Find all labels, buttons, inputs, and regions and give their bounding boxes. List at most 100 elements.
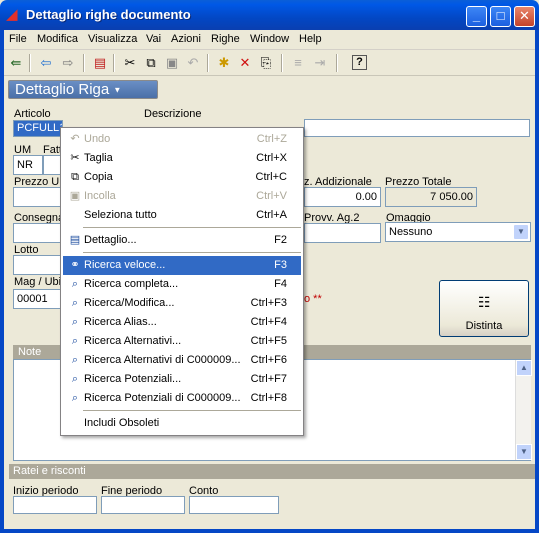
toolbar-separator	[29, 54, 31, 72]
search-alias-icon: ⌕	[71, 316, 79, 328]
toolbar: ⇚ ⇦ ⇨ ▤ ✂ ⧉ ▣ ↶ ✱ ✕ ⎘ ≡ ⇥ ?	[4, 51, 535, 76]
new-icon[interactable]: ✱	[214, 54, 234, 72]
warning-text: o **	[304, 293, 322, 305]
mag-ubic-label: Mag / Ubic	[14, 276, 67, 288]
menu-help[interactable]: Help	[299, 33, 322, 45]
omaggio-select[interactable]: Nessuno	[385, 222, 531, 242]
menu-item-ricerca-alias[interactable]: ⌕ Ricerca Alias... Ctrl+F4	[63, 313, 301, 332]
prezzo-unitario-field[interactable]	[13, 187, 61, 207]
mag-field[interactable]: 00001	[13, 289, 61, 309]
distinta-button[interactable]: ☷ Distinta	[439, 280, 529, 337]
toolbar-separator	[113, 54, 115, 72]
menu-visualizza[interactable]: Visualizza	[88, 33, 137, 45]
binoculars-icon: ⚭	[70, 259, 80, 271]
window-frame-right	[535, 30, 539, 533]
app-logo-icon: ◢	[6, 6, 18, 23]
title-bar[interactable]: ◢ Dettaglio righe documento _ □ ✕	[0, 0, 539, 30]
menu-item-undo[interactable]: ↶ Undo Ctrl+Z	[63, 130, 301, 149]
minimize-button[interactable]: _	[466, 6, 487, 27]
scroll-up-icon[interactable]: ▲	[516, 360, 532, 376]
menu-azioni[interactable]: Azioni	[171, 33, 201, 45]
window-frame-bottom	[0, 529, 539, 533]
undo-icon: ↶	[70, 133, 80, 145]
lotto-field[interactable]	[13, 255, 61, 275]
menu-item-ricerca-veloce[interactable]: ⚭ Ricerca veloce... F3	[63, 256, 301, 275]
menu-item-seleziona-tutto[interactable]: Seleziona tutto Ctrl+A	[63, 206, 301, 225]
chevron-down-icon: ▼	[113, 85, 122, 95]
help-icon[interactable]: ?	[352, 55, 367, 70]
menu-righe[interactable]: Righe	[211, 33, 240, 45]
bill-of-materials-icon: ☷	[478, 294, 491, 310]
menu-item-dettaglio[interactable]: ▤ Dettaglio... F2	[63, 231, 301, 250]
paste-icon[interactable]: ▣	[162, 54, 182, 72]
detail-icon: ▤	[69, 234, 81, 246]
conto-field[interactable]	[189, 496, 279, 514]
inizio-periodo-field[interactable]	[13, 496, 97, 514]
delete-icon[interactable]: ✕	[235, 54, 255, 72]
menu-item-includi-obsoleti[interactable]: Includi Obsoleti	[63, 414, 301, 433]
menu-item-incolla[interactable]: ▣ Incolla Ctrl+V	[63, 187, 301, 206]
chevron-down-icon[interactable]: ▼	[513, 224, 529, 240]
menu-separator	[83, 410, 301, 411]
scroll-down-icon[interactable]: ▼	[516, 444, 532, 460]
toolbar-separator	[83, 54, 85, 72]
close-button[interactable]: ✕	[514, 6, 535, 27]
detail-section-label: Dettaglio Riga	[15, 81, 110, 98]
menu-item-ricerca-alternativi[interactable]: ⌕ Ricerca Alternativi... Ctrl+F5	[63, 332, 301, 351]
back-arrow-icon[interactable]: ⇦	[36, 54, 56, 72]
menu-vai[interactable]: Vai	[146, 33, 161, 45]
menu-separator	[83, 227, 301, 228]
provv-ag2-field[interactable]	[304, 223, 381, 243]
note-scrollbar[interactable]: ▲ ▼	[515, 360, 532, 460]
menu-item-ricerca-completa[interactable]: ⌕ Ricerca completa... F4	[63, 275, 301, 294]
move-row-icon[interactable]: ⇥	[310, 54, 330, 72]
menu-item-ricerca-modifica[interactable]: ⌕ Ricerca/Modifica... Ctrl+F3	[63, 294, 301, 313]
search-edit-icon: ⌕	[71, 297, 79, 309]
window-title: Dettaglio righe documento	[26, 7, 191, 22]
menu-separator	[83, 252, 301, 253]
toolbar-separator	[207, 54, 209, 72]
exit-icon[interactable]: ⇚	[6, 54, 26, 72]
detail-section-button[interactable]: Dettaglio Riga ▼	[8, 80, 158, 99]
menu-item-ricerca-potenziali[interactable]: ⌕ Ricerca Potenziali... Ctrl+F7	[63, 370, 301, 389]
paste-icon: ▣	[69, 190, 81, 202]
articolo-field[interactable]: PCFULL1	[13, 120, 63, 137]
insert-row-icon[interactable]: ≡	[288, 54, 308, 72]
menu-bar: File Modifica Visualizza Vai Azioni Righ…	[4, 30, 535, 50]
sconto-aggiuntivo-field[interactable]: 0.00	[304, 187, 381, 207]
forward-arrow-icon[interactable]: ⇨	[58, 54, 78, 72]
duplicate-icon[interactable]: ⎘	[256, 54, 276, 72]
copy-icon: ⧉	[71, 171, 79, 183]
menu-item-copia[interactable]: ⧉ Copia Ctrl+C	[63, 168, 301, 187]
context-menu: ↶ Undo Ctrl+Z ✂ Taglia Ctrl+X ⧉ Copia Ct…	[60, 127, 304, 436]
prezzo-totale-field: 7 050.00	[385, 187, 477, 207]
consegna-field[interactable]	[13, 223, 61, 243]
search-pot2-icon: ⌕	[71, 392, 79, 404]
scissors-icon: ✂	[70, 152, 80, 164]
um-field[interactable]: NR	[13, 155, 43, 175]
search-alt2-icon: ⌕	[71, 354, 79, 366]
descrizione-field[interactable]	[304, 119, 530, 137]
report-icon[interactable]: ▤	[90, 54, 110, 72]
menu-item-ricerca-alternativi-di[interactable]: ⌕ Ricerca Alternativi di C000009... Ctrl…	[63, 351, 301, 370]
descrizione-label: Descrizione	[144, 108, 202, 120]
menu-item-ricerca-potenziali-di[interactable]: ⌕ Ricerca Potenziali di C000009... Ctrl+…	[63, 389, 301, 408]
articolo-label: Articolo	[14, 108, 51, 120]
search-pot-icon: ⌕	[71, 373, 79, 385]
menu-modifica[interactable]: Modifica	[37, 33, 78, 45]
maximize-button[interactable]: □	[490, 6, 511, 27]
menu-file[interactable]: File	[9, 33, 27, 45]
search-doc-icon: ⌕	[71, 278, 79, 290]
fine-periodo-field[interactable]	[101, 496, 185, 514]
menu-item-taglia[interactable]: ✂ Taglia Ctrl+X	[63, 149, 301, 168]
undo-icon[interactable]: ↶	[183, 54, 203, 72]
menu-window[interactable]: Window	[250, 33, 289, 45]
search-alt-icon: ⌕	[71, 335, 79, 347]
ratei-section-title: Ratei e risconti	[9, 464, 535, 479]
copy-icon[interactable]: ⧉	[141, 54, 161, 72]
cut-icon[interactable]: ✂	[120, 54, 140, 72]
toolbar-separator	[281, 54, 283, 72]
toolbar-separator	[336, 54, 338, 72]
fatt-field[interactable]	[43, 155, 61, 175]
distinta-label: Distinta	[465, 320, 503, 332]
